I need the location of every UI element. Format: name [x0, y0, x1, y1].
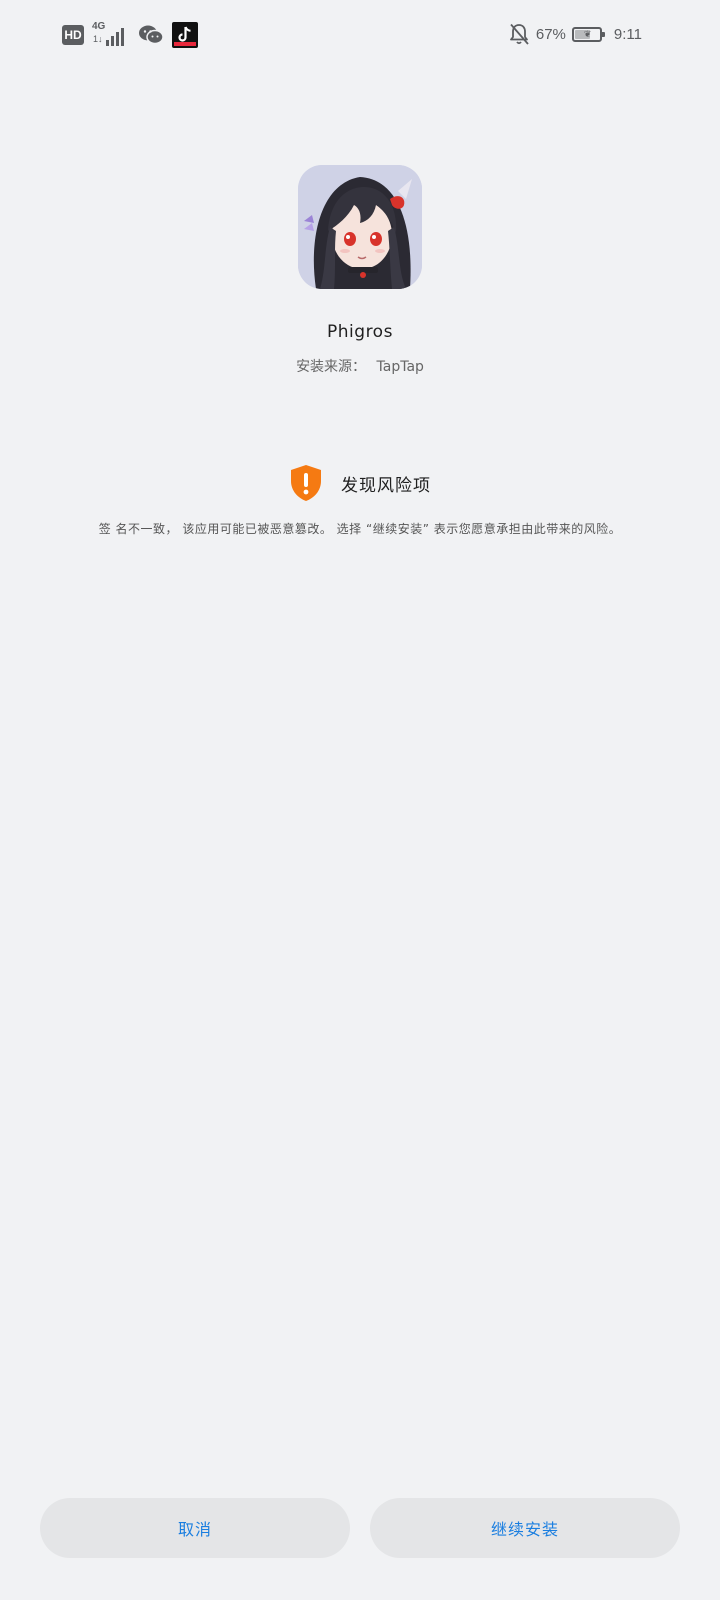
- install-source: 安装来源： TapTap: [0, 356, 720, 376]
- status-bar: HD 4G 1↓ 67% ❦ 9:11: [0, 0, 720, 72]
- network-type-label: 4G: [92, 21, 106, 32]
- battery-icon: ❦: [571, 26, 605, 42]
- app-icon-artwork: [298, 165, 422, 289]
- risk-title: 发现风险项: [341, 475, 431, 496]
- wechat-icon: [139, 25, 164, 45]
- 4g-signal-icon: 4G 1↓: [92, 21, 130, 48]
- network-activity-label: 1↓: [93, 34, 103, 44]
- battery-percent: 67%: [535, 25, 566, 43]
- install-source-value: TapTap: [376, 359, 424, 375]
- risk-description: 签 名不一致， 该应用可能已被恶意篡改。 选择 “继续安装” 表示您愿意承担由此…: [98, 522, 622, 536]
- battery-saver-leaf-icon: ❦: [583, 28, 592, 39]
- install-source-label: 安装来源：: [296, 359, 367, 375]
- signal-bars: [106, 28, 124, 46]
- warning-shield-icon: [291, 465, 321, 501]
- notifications-muted-icon: [509, 23, 529, 45]
- status-bar-left: HD 4G 1↓: [62, 21, 198, 48]
- app-name: Phigros: [327, 322, 393, 342]
- clock: 9:11: [613, 25, 642, 43]
- continue-install-button[interactable]: 继续安装: [370, 1498, 680, 1558]
- tiktok-icon: [172, 22, 198, 48]
- hd-icon: HD: [62, 25, 84, 45]
- app-icon: [298, 165, 422, 289]
- risk-heading: 发现风险项: [0, 464, 720, 502]
- status-bar-right: 67% ❦ 9:11: [508, 22, 642, 46]
- cancel-button[interactable]: 取消: [40, 1498, 350, 1558]
